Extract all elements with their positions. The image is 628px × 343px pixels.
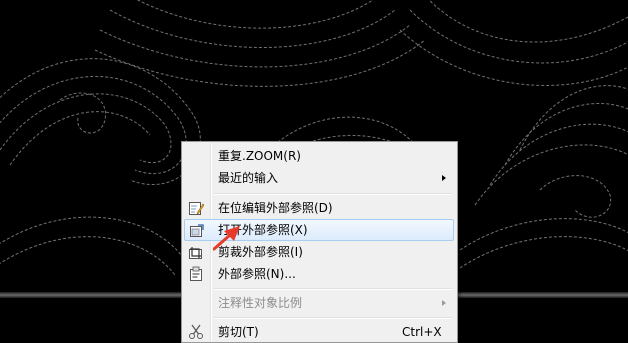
menu-item-annotative-scale[interactable]: 注释性对象比例 xyxy=(184,292,454,314)
clip-xref-icon xyxy=(189,247,202,259)
menu-separator xyxy=(214,193,452,195)
menu-item-shortcut: Ctrl+X xyxy=(402,325,442,339)
menu-item-label: 外部参照(N)... xyxy=(218,267,296,281)
menu-separator xyxy=(214,288,452,290)
menu-item-xref-manager[interactable]: 外部参照(N)... xyxy=(184,263,454,285)
menu-item-label: 注释性对象比例 xyxy=(218,296,303,310)
submenu-arrow-icon xyxy=(442,300,446,306)
xref-manager-icon xyxy=(190,266,202,281)
pointer-arrow-icon xyxy=(213,226,240,251)
menu-item-label: 重复.ZOOM(R) xyxy=(218,149,301,163)
cut-icon xyxy=(189,324,203,339)
menu-item-recent-input[interactable]: 最近的输入 xyxy=(184,167,454,189)
menu-item-label: 在位编辑外部参照(D) xyxy=(218,201,333,215)
menu-item-label: 剪切(T) xyxy=(218,325,259,339)
menu-item-repeat-zoom[interactable]: 重复.ZOOM(R) xyxy=(184,145,454,167)
menu-item-label: 最近的输入 xyxy=(218,171,279,185)
menu-item-cut[interactable]: 剪切(T) Ctrl+X xyxy=(184,321,454,343)
edit-xref-icon xyxy=(189,202,204,215)
open-xref-icon xyxy=(190,224,204,237)
menu-separator xyxy=(214,317,452,319)
menu-item-edit-xref-in-place[interactable]: 在位编辑外部参照(D) xyxy=(184,197,454,219)
submenu-arrow-icon xyxy=(442,175,446,181)
